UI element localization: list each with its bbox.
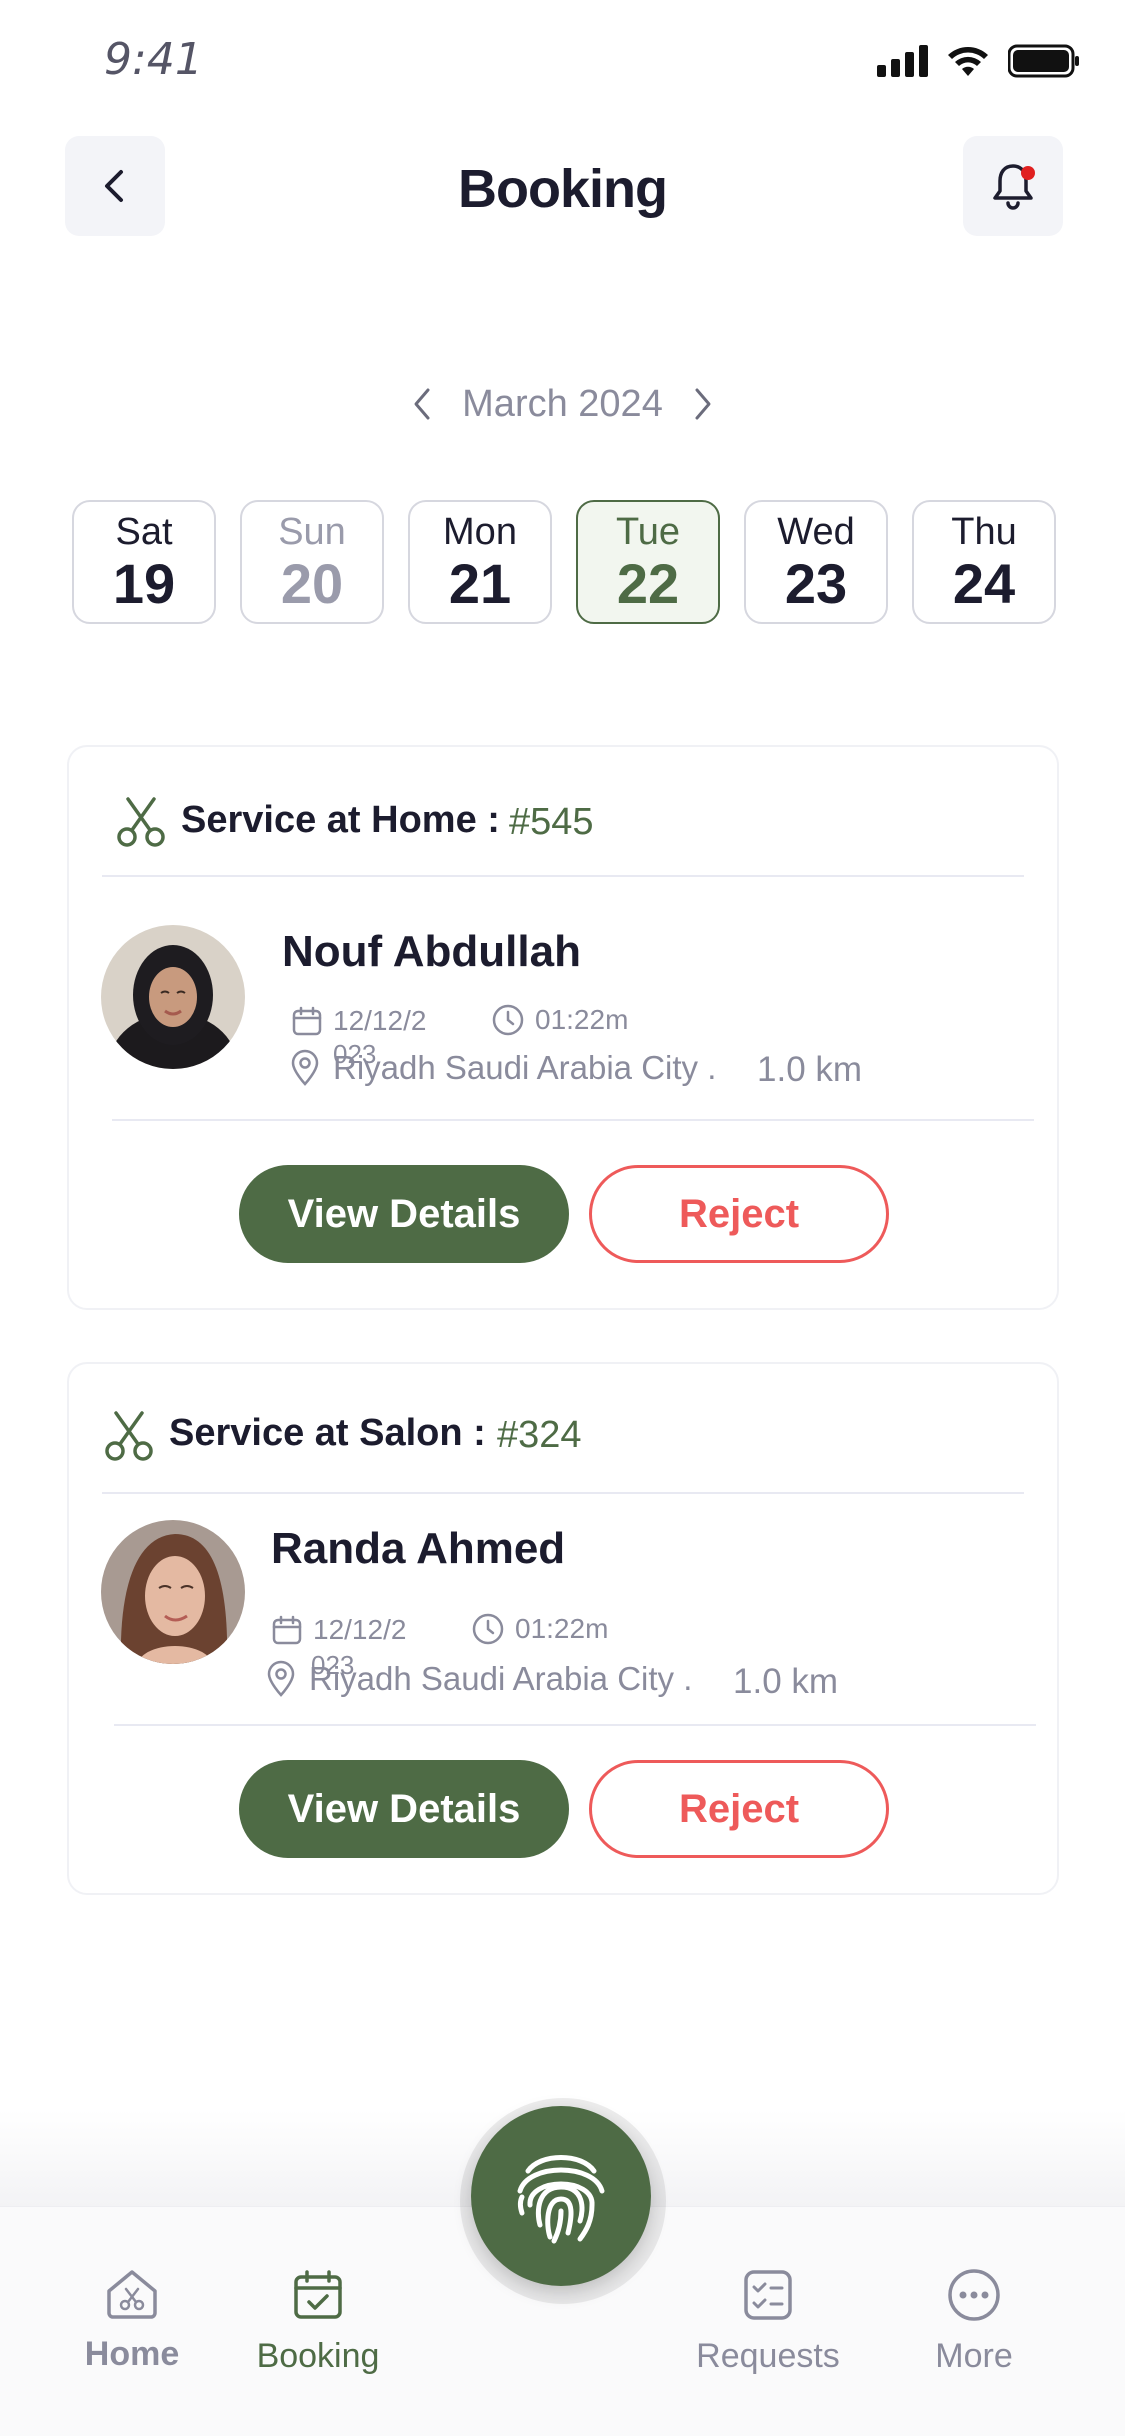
booking-time: 01:22m (491, 1003, 628, 1037)
nav-item-more[interactable]: More (884, 2267, 1064, 2376)
location-pin-icon (291, 1049, 319, 1086)
day-chip[interactable]: Thu 24 (912, 500, 1056, 624)
booking-date: 12/12/2 (291, 1005, 426, 1037)
booking-time-text: 01:22m (515, 1613, 609, 1644)
day-chip[interactable]: Sat 19 (72, 500, 216, 624)
home-scissors-icon (107, 2270, 157, 2319)
divider (102, 1492, 1024, 1494)
page-title: Booking (458, 159, 668, 219)
booking-date: 12/12/2 (271, 1614, 406, 1646)
day-chip[interactable]: Wed 23 (744, 500, 888, 624)
day-name: Thu (951, 511, 1017, 553)
divider (114, 1724, 1036, 1726)
nav-label: Home (84, 2335, 180, 2373)
divider (102, 875, 1024, 877)
day-chip[interactable]: Mon 21 (408, 500, 552, 624)
nav-label: More (935, 2337, 1013, 2375)
reject-button[interactable]: Reject (589, 1760, 889, 1858)
signal-icon (877, 45, 928, 77)
scissors-icon (105, 1411, 153, 1461)
clock-icon (472, 1613, 504, 1645)
status-icons (877, 44, 1080, 78)
next-month-icon[interactable] (689, 386, 717, 422)
calendar-icon (292, 1006, 322, 1036)
location-text: Riyadh Saudi Arabia City . (309, 1660, 693, 1697)
reject-button[interactable]: Reject (589, 1165, 889, 1263)
more-dots-icon (948, 2269, 1000, 2321)
month-label: March 2024 (462, 382, 663, 425)
view-details-button[interactable]: View Details (239, 1760, 569, 1858)
calendar-check-icon (294, 2270, 342, 2319)
nav-item-requests[interactable]: Requests (678, 2267, 858, 2376)
distance: 1.0 km (757, 1050, 863, 1089)
day-number: 24 (952, 552, 1016, 615)
view-details-button[interactable]: View Details (239, 1165, 569, 1263)
booking-time-text: 01:22m (535, 1004, 629, 1035)
day-name: Sat (115, 511, 173, 553)
wifi-icon (948, 47, 988, 76)
nav-item-home[interactable]: Home (42, 2267, 222, 2374)
day-number: 22 (616, 552, 680, 615)
booking-card: Service at Salon : #324 Randa Ahmed 12/1… (67, 1362, 1059, 1895)
day-chip[interactable]: Sun 20 (240, 500, 384, 624)
client-name: Nouf Abdullah (282, 927, 581, 976)
day-number: 20 (280, 552, 344, 615)
avatar (101, 1520, 245, 1664)
booking-time: 01:22m (471, 1612, 608, 1646)
day-name: Tue (615, 511, 681, 553)
day-selector: Sat 19 Sun 20 Mon 21 Tue 22 Wed 23 Thu 2… (72, 500, 1056, 624)
day-name: Mon (443, 511, 517, 553)
avatar (101, 925, 245, 1069)
notification-dot (1021, 166, 1035, 180)
booking-code: #545 (509, 801, 594, 843)
divider (112, 1119, 1034, 1121)
day-name: Wed (777, 511, 855, 553)
booking-location: Riyadh Saudi Arabia City . (289, 1049, 716, 1087)
calendar-icon (272, 1615, 302, 1645)
status-time: 9:41 (104, 34, 203, 85)
day-chip-selected[interactable]: Tue 22 (576, 500, 720, 624)
booking-date-text: 12/12/2 (333, 1005, 427, 1036)
service-type-label: Service at Salon : (169, 1412, 486, 1454)
prev-month-icon[interactable] (408, 386, 436, 422)
nav-label: Booking (256, 2337, 380, 2375)
distance: 1.0 km (733, 1662, 839, 1701)
location-text: Riyadh Saudi Arabia City . (333, 1049, 717, 1086)
header: Booking (0, 136, 1125, 238)
month-navigation: March 2024 (0, 378, 1125, 430)
booking-location: Riyadh Saudi Arabia City . (265, 1660, 692, 1698)
status-bar: 9:41 (0, 0, 1125, 120)
service-type-label: Service at Home : (181, 799, 500, 841)
day-name: Sun (278, 511, 346, 553)
checklist-icon (744, 2270, 792, 2320)
fingerprint-icon (517, 2155, 605, 2244)
day-number: 21 (448, 552, 512, 615)
day-number: 19 (112, 552, 176, 615)
location-pin-icon (267, 1660, 295, 1697)
client-name: Randa Ahmed (271, 1524, 566, 1573)
fingerprint-button[interactable] (471, 2106, 651, 2286)
booking-code: #324 (497, 1414, 582, 1456)
notifications-button[interactable] (963, 136, 1063, 236)
clock-icon (492, 1004, 524, 1036)
booking-card: Service at Home : #545 Nouf Abdullah 12/… (67, 745, 1059, 1310)
nav-item-booking[interactable]: Booking (228, 2267, 408, 2376)
nav-label: Requests (696, 2337, 840, 2375)
battery-icon (1008, 44, 1079, 78)
day-number: 23 (784, 552, 848, 615)
booking-date-text: 12/12/2 (313, 1614, 407, 1645)
scissors-icon (117, 797, 165, 847)
